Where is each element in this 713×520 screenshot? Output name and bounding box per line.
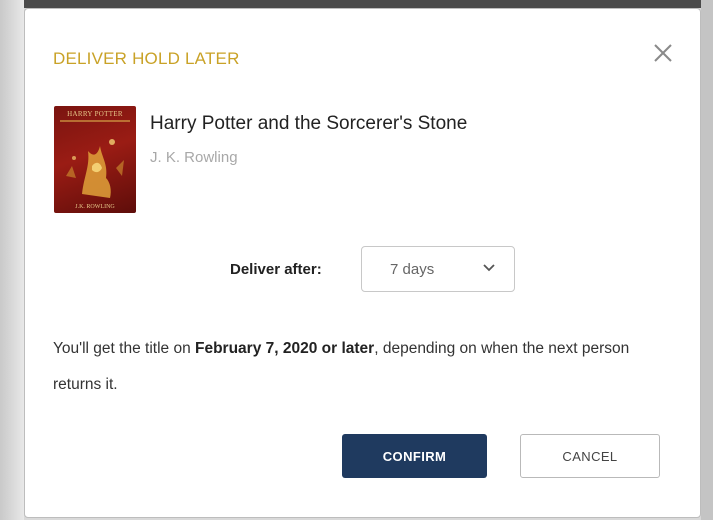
deliver-after-select[interactable]: 7 days <box>361 246 515 292</box>
backdrop-top <box>0 0 713 8</box>
info-date: February 7, 2020 or later <box>195 340 375 357</box>
delivery-info-text: You'll get the title on February 7, 2020… <box>53 331 653 403</box>
dialog-title: DELIVER HOLD LATER <box>53 49 240 68</box>
book-title: Harry Potter and the Sorcerer's Stone <box>150 113 468 134</box>
book-cover: HARRY POTTER J.K. ROWLING <box>54 106 136 213</box>
confirm-button[interactable]: CONFIRM <box>342 434 487 478</box>
book-author: J. K. Rowling <box>150 149 238 166</box>
deliver-after-value: 7 days <box>390 261 435 278</box>
cover-author-text: J.K. ROWLING <box>75 204 115 210</box>
cancel-button[interactable]: CANCEL <box>520 434 660 478</box>
close-button[interactable] <box>649 39 677 67</box>
deliver-after-label: Deliver after: <box>230 261 322 278</box>
close-icon <box>654 44 672 62</box>
deliver-hold-later-dialog: DELIVER HOLD LATER HARRY POTTER J.K. ROW… <box>24 8 701 518</box>
backdrop-left <box>0 0 24 520</box>
cover-illustration <box>60 120 130 198</box>
chevron-down-icon <box>483 264 495 272</box>
backdrop-right <box>701 0 713 520</box>
info-prefix: You'll get the title on <box>53 340 195 357</box>
